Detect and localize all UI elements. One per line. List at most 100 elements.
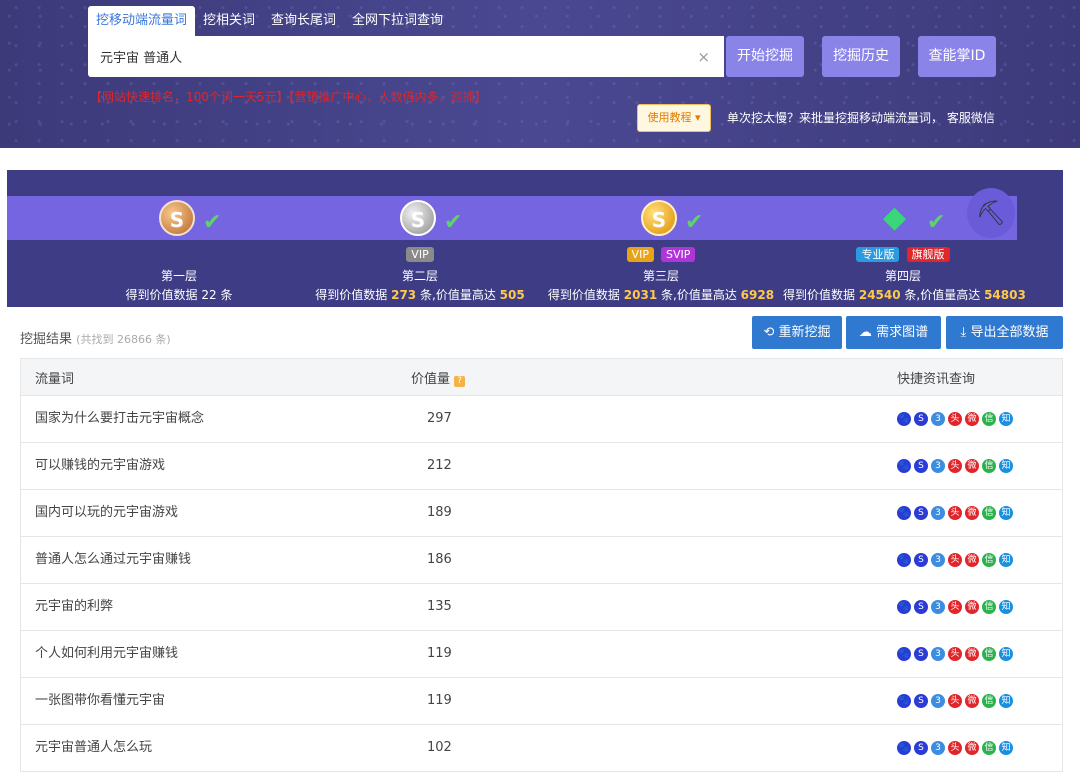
360-icon[interactable]: 3 (931, 647, 945, 661)
zhihu-icon[interactable]: 知 (999, 506, 1013, 520)
toutiao-icon[interactable]: 头 (948, 741, 962, 755)
wechat-icon[interactable]: 信 (982, 553, 996, 567)
toutiao-icon[interactable]: 头 (948, 694, 962, 708)
toutiao-icon[interactable]: 头 (948, 506, 962, 520)
wechat-icon[interactable]: 信 (982, 741, 996, 755)
quick-links: 🐾 S 3 头微信知 (897, 443, 1013, 489)
baidu-icon[interactable]: 🐾 (897, 741, 911, 755)
value-cell: 102 (427, 740, 452, 755)
weibo-icon[interactable]: 微 (965, 412, 979, 426)
weibo-icon[interactable]: 微 (965, 553, 979, 567)
quick-links: 🐾 S 3 头微信知 (897, 678, 1013, 724)
baidu-icon[interactable]: 🐾 (897, 694, 911, 708)
keyword-cell[interactable]: 国家为什么要打击元宇宙概念 (35, 396, 204, 442)
demand-chart-button[interactable]: ☁ 需求图谱 (846, 316, 941, 349)
keyword-cell[interactable]: 普通人怎么通过元宇宙赚钱 (35, 537, 191, 583)
keyword-cell[interactable]: 可以赚钱的元宇宙游戏 (35, 443, 165, 489)
keyword-cell[interactable]: 个人如何利用元宇宙赚钱 (35, 631, 178, 677)
wechat-icon[interactable]: 信 (982, 459, 996, 473)
baidu-icon[interactable]: 🐾 (897, 600, 911, 614)
zhihu-icon[interactable]: 知 (999, 647, 1013, 661)
table-row: 个人如何利用元宇宙赚钱 119 🐾 S 3 头微信知 (20, 631, 1063, 678)
sogou-icon[interactable]: S (914, 647, 928, 661)
360-icon[interactable]: 3 (931, 741, 945, 755)
tab-dropdown[interactable]: 全网下拉词查询 (344, 6, 451, 36)
zhihu-icon[interactable]: 知 (999, 553, 1013, 567)
zhihu-icon[interactable]: 知 (999, 600, 1013, 614)
check-icon: ✔ (444, 210, 463, 235)
wechat-icon[interactable]: 信 (982, 647, 996, 661)
history-button[interactable]: 挖掘历史 (822, 36, 900, 77)
level-title: 第三层 (642, 269, 679, 283)
search-box: × (88, 36, 724, 77)
360-icon[interactable]: 3 (931, 459, 945, 473)
wechat-icon[interactable]: 信 (982, 506, 996, 520)
zhihu-icon[interactable]: 知 (999, 694, 1013, 708)
toutiao-icon[interactable]: 头 (948, 600, 962, 614)
zhihu-icon[interactable]: 知 (999, 412, 1013, 426)
360-icon[interactable]: 3 (931, 506, 945, 520)
tab-longtail[interactable]: 查询长尾词 (263, 6, 344, 36)
search-input[interactable] (88, 36, 678, 77)
sogou-icon[interactable]: S (914, 694, 928, 708)
weibo-icon[interactable]: 微 (965, 459, 979, 473)
toutiao-icon[interactable]: 头 (948, 412, 962, 426)
gold-coin-icon: S (641, 200, 677, 236)
baidu-icon[interactable]: 🐾 (897, 459, 911, 473)
tutorial-dropdown[interactable]: 使用教程 ▾ (637, 104, 711, 132)
360-icon[interactable]: 3 (931, 694, 945, 708)
level-2: S ✔ VIP 第二层 得到价值数据 273 条,价值量高达 505 (300, 170, 540, 307)
value-cell: 119 (427, 693, 452, 708)
level-1: S ✔ 第一层 得到价值数据 22 条 (59, 170, 299, 307)
weibo-icon[interactable]: 微 (965, 741, 979, 755)
tab-related[interactable]: 挖相关词 (195, 6, 263, 36)
close-icon[interactable]: × (697, 48, 710, 66)
360-icon[interactable]: 3 (931, 412, 945, 426)
tab-mobile-traffic[interactable]: 挖移动端流量词 (88, 6, 196, 36)
table-header: 流量词 价值量 ? 快捷资讯查询 (20, 358, 1063, 396)
wechat-icon[interactable]: 信 (982, 600, 996, 614)
weibo-icon[interactable]: 微 (965, 600, 979, 614)
weibo-icon[interactable]: 微 (965, 647, 979, 661)
sogou-icon[interactable]: S (914, 506, 928, 520)
baidu-icon[interactable]: 🐾 (897, 506, 911, 520)
keyword-cell[interactable]: 元宇宙的利弊 (35, 584, 113, 630)
zhihu-icon[interactable]: 知 (999, 741, 1013, 755)
toutiao-icon[interactable]: 头 (948, 647, 962, 661)
level-3: S ✔ VIP SVIP 第三层 得到价值数据 2031 条,价值量高达 692… (541, 170, 781, 307)
baidu-icon[interactable]: 🐾 (897, 412, 911, 426)
keyword-cell[interactable]: 国内可以玩的元宇宙游戏 (35, 490, 178, 536)
weibo-icon[interactable]: 微 (965, 694, 979, 708)
sogou-icon[interactable]: S (914, 412, 928, 426)
promo-text[interactable]: 【网站快速排名，100个词一天5元】【营销推广中心，人数倍内多，巡捕】 (90, 88, 487, 105)
360-icon[interactable]: 3 (931, 553, 945, 567)
emerald-gem-icon: ◆ (883, 200, 907, 235)
quick-links: 🐾 S 3 头微信知 (897, 537, 1013, 583)
sogou-icon[interactable]: S (914, 459, 928, 473)
redo-mining-button[interactable]: ⟲ 重新挖掘 (752, 316, 842, 349)
wechat-icon[interactable]: 信 (982, 694, 996, 708)
zhihu-icon[interactable]: 知 (999, 459, 1013, 473)
baidu-icon[interactable]: 🐾 (897, 647, 911, 661)
toutiao-icon[interactable]: 头 (948, 553, 962, 567)
sogou-icon[interactable]: S (914, 553, 928, 567)
start-mining-button[interactable]: 开始挖掘 (726, 36, 804, 77)
level-title: 第四层 (884, 269, 921, 283)
help-icon[interactable]: ? (454, 375, 466, 387)
level-title: 第一层 (160, 269, 197, 283)
flagship-badge: 旗舰版 (906, 247, 950, 262)
check-id-button[interactable]: 查能掌ID (918, 36, 996, 77)
sogou-icon[interactable]: S (914, 600, 928, 614)
keyword-cell[interactable]: 元宇宙普通人怎么玩 (35, 725, 152, 771)
value-cell: 189 (427, 505, 452, 520)
sogou-icon[interactable]: S (914, 741, 928, 755)
table-row: 元宇宙普通人怎么玩 102 🐾 S 3 头微信知 (20, 725, 1063, 772)
export-all-button[interactable]: ⤓ 导出全部数据 (946, 316, 1063, 349)
toutiao-icon[interactable]: 头 (948, 459, 962, 473)
baidu-icon[interactable]: 🐾 (897, 553, 911, 567)
weibo-icon[interactable]: 微 (965, 506, 979, 520)
keyword-cell[interactable]: 一张图带你看懂元宇宙 (35, 678, 165, 724)
360-icon[interactable]: 3 (931, 600, 945, 614)
wechat-icon[interactable]: 信 (982, 412, 996, 426)
header-value: 价值量 ? (411, 368, 466, 387)
